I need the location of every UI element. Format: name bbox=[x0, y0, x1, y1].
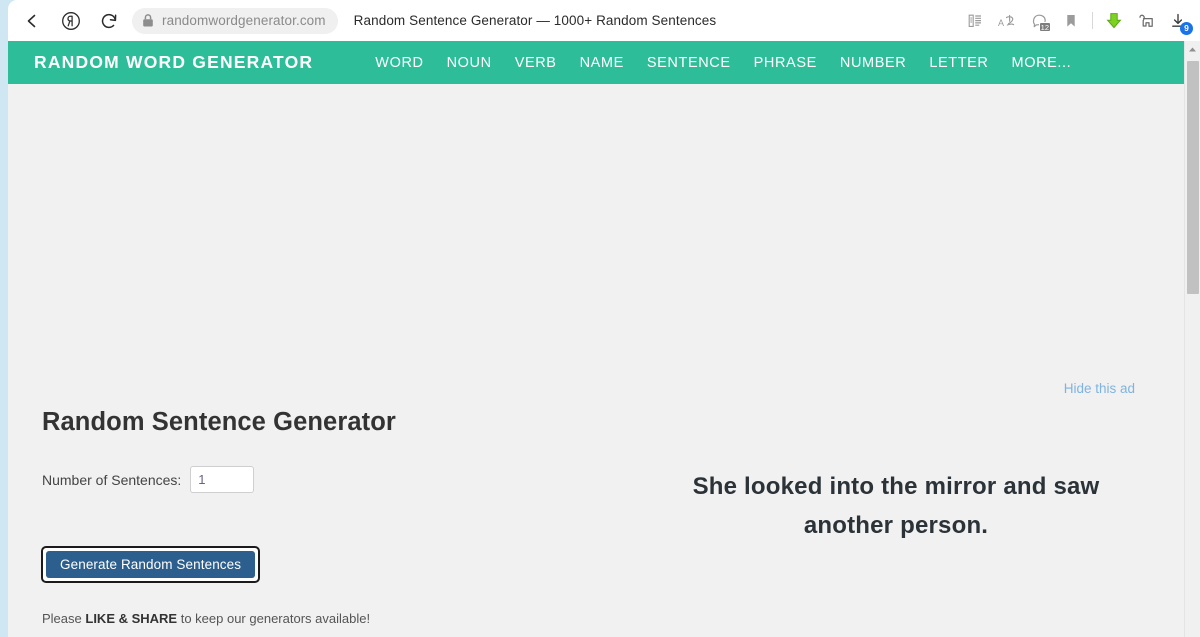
tag-icon[interactable] bbox=[1130, 5, 1162, 37]
nav-item-number[interactable]: NUMBER bbox=[840, 55, 906, 71]
back-button[interactable] bbox=[16, 4, 50, 38]
page-heading: Random Sentence Generator bbox=[42, 408, 396, 436]
like-prompt-post: to keep our generators available! bbox=[177, 611, 371, 626]
like-prompt-pre: Please bbox=[42, 611, 86, 626]
lock-icon bbox=[138, 11, 158, 31]
generate-button-focus-ring: Generate Random Sentences bbox=[41, 546, 261, 583]
url-text: randomwordgenerator.com bbox=[162, 13, 326, 28]
nav-item-noun[interactable]: NOUN bbox=[447, 55, 492, 71]
generated-sentence: She looked into the mirror and saw anoth… bbox=[692, 473, 1100, 539]
address-bar[interactable]: randomwordgenerator.com bbox=[132, 7, 338, 34]
nav-item-sentence[interactable]: SENTENCE bbox=[647, 55, 731, 71]
generator-form: Number of Sentences: bbox=[42, 466, 255, 493]
nav-item-word[interactable]: WORD bbox=[375, 55, 423, 71]
translate-icon[interactable]: A bbox=[991, 5, 1023, 37]
generate-random-sentences-button[interactable]: Generate Random Sentences bbox=[46, 551, 256, 578]
download-extension-icon[interactable] bbox=[1098, 5, 1130, 37]
page-title: Random Sentence Generator — 1000+ Random… bbox=[353, 13, 717, 28]
reload-icon bbox=[99, 11, 119, 31]
number-of-sentences-label: Number of Sentences: bbox=[42, 471, 182, 488]
scrollbar-up-arrow[interactable] bbox=[1185, 41, 1200, 58]
scrollbar-thumb[interactable] bbox=[1187, 61, 1199, 294]
nav-item-letter[interactable]: LETTER bbox=[929, 55, 988, 71]
yandex-logo-icon bbox=[60, 10, 82, 32]
toolbar-actions: A 12 9 bbox=[959, 5, 1200, 37]
like-prompt-bold: LIKE & SHARE bbox=[85, 611, 178, 626]
site-logo[interactable]: RANDOM WORD GENERATOR bbox=[34, 52, 313, 73]
browser-window: randomwordgenerator.com Random Sentence … bbox=[0, 0, 1200, 637]
yandex-home-button[interactable] bbox=[54, 4, 88, 38]
collections-badge: 12 bbox=[1038, 21, 1051, 32]
reload-button[interactable] bbox=[92, 4, 126, 38]
browser-toolbar: randomwordgenerator.com Random Sentence … bbox=[8, 0, 1200, 41]
downloads-badge: 9 bbox=[1180, 21, 1193, 35]
nav-item-verb[interactable]: VERB bbox=[515, 55, 557, 71]
site-header: RANDOM WORD GENERATOR WORD NOUN VERB NAM… bbox=[8, 41, 1192, 84]
svg-text:A: A bbox=[998, 18, 1004, 28]
bookmark-icon[interactable] bbox=[1055, 5, 1087, 37]
page-content: Hide this ad Random Sentence Generator N… bbox=[8, 84, 1192, 637]
nav-item-phrase[interactable]: PHRASE bbox=[754, 55, 817, 71]
toolbar-divider bbox=[1092, 12, 1093, 29]
reader-mode-icon[interactable] bbox=[959, 5, 991, 37]
downloads-icon[interactable]: 9 bbox=[1162, 5, 1194, 37]
nav-item-name[interactable]: NAME bbox=[580, 55, 624, 71]
like-share-prompt: Please LIKE & SHARE to keep our generato… bbox=[42, 611, 370, 626]
page-viewport: RANDOM WORD GENERATOR WORD NOUN VERB NAM… bbox=[8, 41, 1200, 637]
page-scrollbar[interactable] bbox=[1184, 41, 1200, 637]
nav-item-more[interactable]: MORE... bbox=[1012, 55, 1072, 71]
collections-icon[interactable]: 12 bbox=[1023, 5, 1055, 37]
back-arrow-icon bbox=[23, 11, 43, 31]
site-navigation: WORD NOUN VERB NAME SENTENCE PHRASE NUMB… bbox=[375, 55, 1071, 71]
number-of-sentences-input[interactable] bbox=[190, 466, 255, 493]
sentence-output-area: She looked into the mirror and saw anoth… bbox=[600, 84, 1192, 637]
